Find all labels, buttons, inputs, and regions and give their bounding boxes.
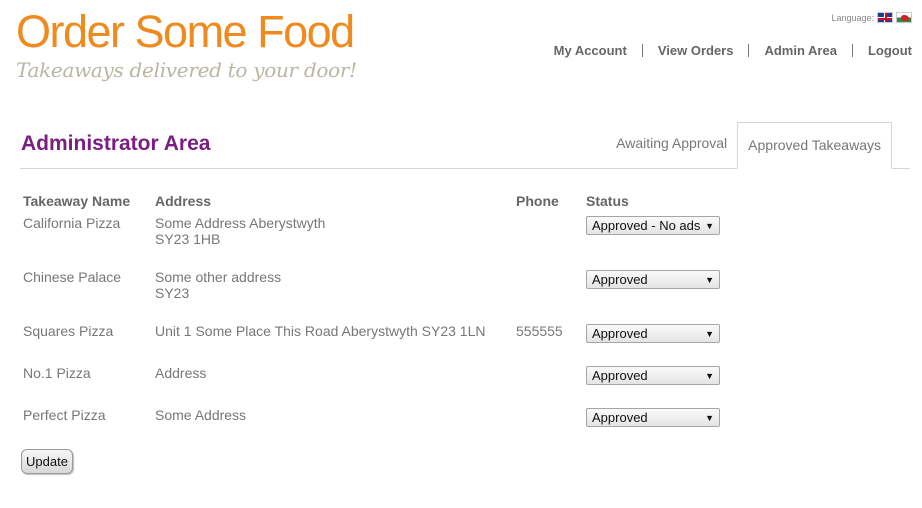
table-row: Squares Pizza Unit 1 Some Place This Roa… [20,318,743,360]
status-select[interactable]: Approved ▼ [586,408,720,427]
status-cell: Approved ▼ [583,264,743,318]
address-line-2: SY23 [155,285,190,301]
dropdown-arrow-icon: ▼ [705,412,714,423]
nav-view-orders[interactable]: View Orders [643,43,749,58]
site-tagline: Takeaways delivered to your door! [16,58,357,82]
status-select-value: Approved [592,325,648,341]
takeaway-phone: 555555 [516,323,563,339]
header-phone: Phone [516,192,559,209]
update-button[interactable]: Update [21,449,73,474]
status-select[interactable]: Approved ▼ [586,366,720,385]
dropdown-arrow-icon: ▼ [705,220,714,231]
nav-logout[interactable]: Logout [853,43,912,58]
top-navigation: My Account View Orders Admin Area Logout [539,43,912,58]
tab-approved-takeaways[interactable]: Approved Takeaways [737,122,892,169]
takeaway-address: Address [152,360,513,402]
table-header-row: Takeaway Name Address Phone Status [20,188,743,210]
nav-admin-area[interactable]: Admin Area [749,43,851,58]
site-logo[interactable]: Order Some Food Takeaways delivered to y… [16,6,357,82]
address-line-1: Unit 1 Some Place This Road Aberystwyth … [155,323,486,339]
takeaway-address: Some other address SY23 [152,264,513,318]
tab-bar: Awaiting Approval Approved Takeaways [606,122,892,169]
address-line-1: Some Address [155,407,247,423]
header-takeaway-name: Takeaway Name [23,192,131,209]
address-line-1: Some Address Aberystwyth [155,215,326,231]
takeaway-address: Unit 1 Some Place This Road Aberystwyth … [152,318,513,360]
status-select-value: Approved [592,271,648,287]
table-row: California Pizza Some Address Aberystwyt… [20,210,743,264]
status-select-value: Approved [592,409,648,425]
takeaway-phone [513,360,583,402]
header-status: Status [586,192,629,209]
takeaway-address: Some Address [152,402,513,444]
takeaway-name: No.1 Pizza [23,365,91,381]
status-cell: Approved ▼ [583,360,743,402]
status-select-value: Approved [592,367,648,383]
table-row: No.1 Pizza Address Approved ▼ [20,360,743,402]
wales-flag-icon[interactable] [896,12,912,23]
nav-my-account[interactable]: My Account [539,43,642,58]
takeaway-name: Chinese Palace [23,269,122,285]
site-title: Order Some Food [16,6,355,57]
status-select[interactable]: Approved ▼ [586,270,720,289]
uk-flag-icon[interactable] [877,12,893,23]
takeaway-address: Some Address Aberystwyth SY23 1HB [152,210,513,264]
takeaway-phone [513,210,583,264]
page-title: Administrator Area [21,132,211,155]
table-row: Chinese Palace Some other address SY23 Ap… [20,264,743,318]
takeaways-table: Takeaway Name Address Phone Status Calif… [20,188,743,444]
status-cell: Approved ▼ [583,318,743,360]
dropdown-arrow-icon: ▼ [705,328,714,339]
takeaway-phone [513,264,583,318]
language-label: Language: [831,12,874,23]
address-line-1: Some other address [155,269,282,285]
takeaway-name: Perfect Pizza [23,407,106,423]
status-select[interactable]: Approved ▼ [586,324,720,343]
address-line-1: Address [155,365,207,381]
address-line-2: SY23 1HB [155,231,221,247]
dropdown-arrow-icon: ▼ [705,274,714,285]
language-selector: Language: [831,12,912,23]
takeaway-phone [513,402,583,444]
status-cell: Approved ▼ [583,402,743,444]
takeaway-name: California Pizza [23,215,121,231]
table-row: Perfect Pizza Some Address Approved ▼ [20,402,743,444]
dropdown-arrow-icon: ▼ [705,370,714,381]
status-cell: Approved - No ads ▼ [583,210,743,264]
tab-awaiting-approval[interactable]: Awaiting Approval [606,122,737,169]
status-select[interactable]: Approved - No ads ▼ [586,216,720,235]
header-address: Address [155,192,212,209]
status-select-value: Approved - No ads [592,217,701,233]
takeaway-name: Squares Pizza [23,323,114,339]
